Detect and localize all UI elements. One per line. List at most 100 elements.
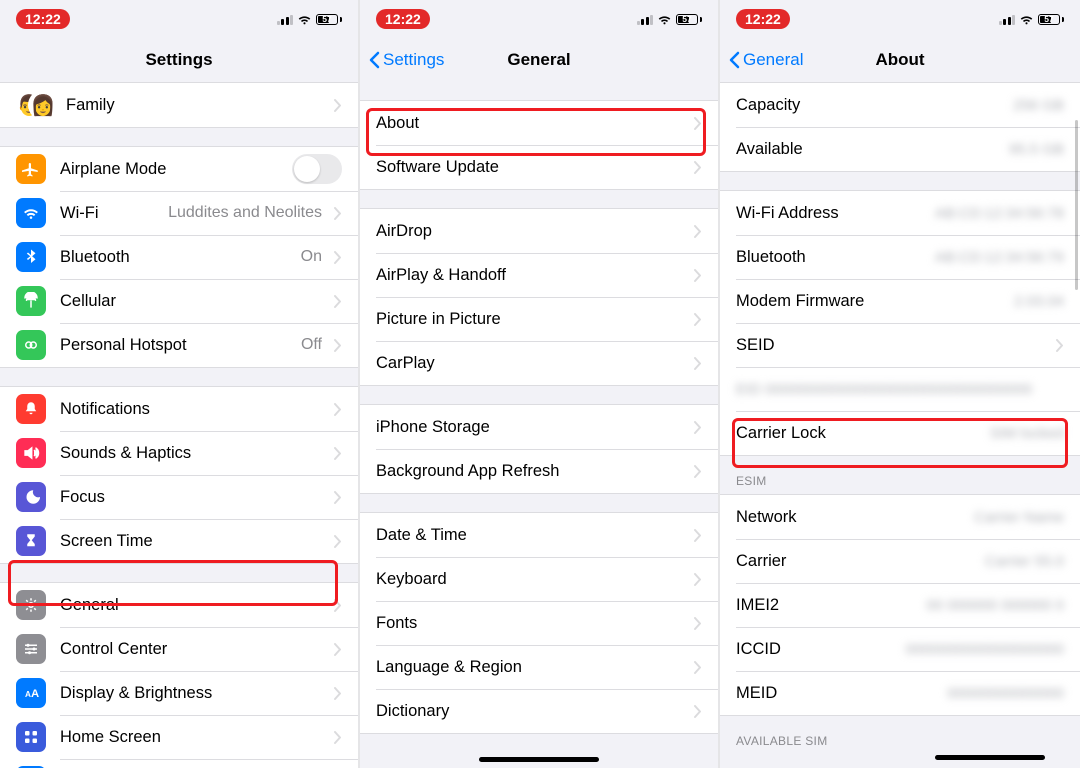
cell-eid[interactable]: EID 00000000000000000000000000000000 <box>720 367 1080 411</box>
wifi-icon <box>657 12 672 27</box>
cell-carplay[interactable]: CarPlay <box>360 341 718 385</box>
cell-network[interactable]: NetworkCarrier Name <box>720 495 1080 539</box>
text-size-icon: AA <box>16 678 46 708</box>
cell-wifi[interactable]: Wi-Fi Luddites and Neolites <box>0 191 358 235</box>
cell-bt[interactable]: BluetoothAB:CD:12:34:56:79 <box>720 235 1080 279</box>
chevron-right-icon <box>694 117 702 130</box>
chevron-right-icon <box>334 251 342 264</box>
chevron-right-icon <box>694 529 702 542</box>
cell-control-label: Control Center <box>60 640 328 659</box>
back-button[interactable]: Settings <box>368 50 444 70</box>
cell-meid-value: 00000000000000 <box>947 685 1064 702</box>
chevron-right-icon <box>334 207 342 220</box>
chevron-right-icon <box>334 339 342 352</box>
cell-carrier-lock-label: Carrier Lock <box>736 424 990 443</box>
cell-software-update[interactable]: Software Update <box>360 145 718 189</box>
cell-family[interactable]: 👨👩 Family <box>0 83 358 127</box>
cell-pip-label: Picture in Picture <box>376 310 688 329</box>
cellular-signal-icon <box>637 14 654 25</box>
cell-homescreen[interactable]: Home Screen <box>0 715 358 759</box>
cell-refresh[interactable]: Background App Refresh <box>360 449 718 493</box>
cell-carrier-value: Carrier 55.0 <box>985 553 1064 570</box>
cell-seid[interactable]: SEID <box>720 323 1080 367</box>
moon-icon <box>16 482 46 512</box>
family-avatars-icon: 👨👩 <box>16 90 56 120</box>
cell-accessibility[interactable]: Accessibility <box>0 759 358 768</box>
cell-imei2[interactable]: IMEI200 000000 000000 0 <box>720 583 1080 627</box>
cell-airplay[interactable]: AirPlay & Handoff <box>360 253 718 297</box>
cell-notifications-label: Notifications <box>60 400 328 419</box>
cell-keyboard-label: Keyboard <box>376 570 688 589</box>
cell-sw-label: Software Update <box>376 158 688 177</box>
gear-icon <box>16 590 46 620</box>
cell-pip[interactable]: Picture in Picture <box>360 297 718 341</box>
cell-modem[interactable]: Modem Firmware2.03.04 <box>720 279 1080 323</box>
cell-carplay-label: CarPlay <box>376 354 688 373</box>
cell-lang[interactable]: Language & Region <box>360 645 718 689</box>
cell-available-label: Available <box>736 140 1009 159</box>
airplane-icon <box>16 154 46 184</box>
cell-airdrop[interactable]: AirDrop <box>360 209 718 253</box>
grid-icon <box>16 722 46 752</box>
cell-seid-label: SEID <box>736 336 1050 355</box>
cell-general[interactable]: General <box>0 583 358 627</box>
cell-sounds[interactable]: Sounds & Haptics <box>0 431 358 475</box>
status-indicators: 57 <box>637 12 703 27</box>
nav-header: Settings General <box>360 38 718 82</box>
cell-screentime[interactable]: Screen Time <box>0 519 358 563</box>
cell-focus-label: Focus <box>60 488 328 507</box>
cell-hotspot-label: Personal Hotspot <box>60 336 301 355</box>
cell-notifications[interactable]: Notifications <box>0 387 358 431</box>
cell-bluetooth-value: On <box>301 248 322 266</box>
esim-header: ESIM <box>720 456 1080 494</box>
chevron-right-icon <box>334 731 342 744</box>
hotspot-icon <box>16 330 46 360</box>
cell-modem-label: Modem Firmware <box>736 292 1014 311</box>
cell-capacity[interactable]: Capacity256 GB <box>720 83 1080 127</box>
cell-hotspot[interactable]: Personal Hotspot Off <box>0 323 358 367</box>
cell-date[interactable]: Date & Time <box>360 513 718 557</box>
hourglass-icon <box>16 526 46 556</box>
cell-control-center[interactable]: Control Center <box>0 627 358 671</box>
chevron-right-icon <box>694 661 702 674</box>
cell-storage[interactable]: iPhone Storage <box>360 405 718 449</box>
status-time: 12:22 <box>16 9 70 29</box>
chevron-right-icon <box>694 161 702 174</box>
available-sim-header: AVAILABLE SIM <box>720 716 1080 754</box>
cell-wifi-address[interactable]: Wi-Fi AddressAB:CD:12:34:56:78 <box>720 191 1080 235</box>
cellular-icon <box>16 286 46 316</box>
cell-bluetooth[interactable]: Bluetooth On <box>0 235 358 279</box>
cell-date-label: Date & Time <box>376 526 688 545</box>
cell-carrier[interactable]: CarrierCarrier 55.0 <box>720 539 1080 583</box>
cell-modem-value: 2.03.04 <box>1014 293 1064 310</box>
battery-indicator: 57 <box>316 14 342 25</box>
cell-wifiaddr-label: Wi-Fi Address <box>736 204 935 223</box>
back-button[interactable]: General <box>728 50 803 70</box>
cell-carrier-lock[interactable]: Carrier LockSIM locked <box>720 411 1080 455</box>
cell-dict[interactable]: Dictionary <box>360 689 718 733</box>
cell-carrier-lock-value: SIM locked <box>990 425 1064 442</box>
cell-bt-value: AB:CD:12:34:56:79 <box>935 249 1064 266</box>
scrollbar[interactable] <box>1075 120 1078 290</box>
airplane-toggle[interactable] <box>292 154 342 184</box>
cell-fonts[interactable]: Fonts <box>360 601 718 645</box>
cell-about[interactable]: About <box>360 101 718 145</box>
cell-airplane-mode[interactable]: Airplane Mode <box>0 147 358 191</box>
cell-keyboard[interactable]: Keyboard <box>360 557 718 601</box>
cell-available[interactable]: Available95.5 GB <box>720 127 1080 171</box>
settings-screen: 12:22 57 Settings 👨👩 Family Air <box>0 0 360 768</box>
cell-meid[interactable]: MEID00000000000000 <box>720 671 1080 715</box>
cell-airplane-label: Airplane Mode <box>60 160 292 179</box>
cell-cellular[interactable]: Cellular <box>0 279 358 323</box>
cellular-signal-icon <box>277 14 294 25</box>
cell-iccid[interactable]: ICCID0000000000000000000 <box>720 627 1080 671</box>
cell-dict-label: Dictionary <box>376 702 688 721</box>
chevron-left-icon <box>368 51 380 69</box>
wifi-cell-icon <box>16 198 46 228</box>
home-indicator <box>479 757 599 762</box>
cell-display[interactable]: AA Display & Brightness <box>0 671 358 715</box>
chevron-right-icon <box>694 357 702 370</box>
cell-focus[interactable]: Focus <box>0 475 358 519</box>
cell-meid-label: MEID <box>736 684 947 703</box>
battery-indicator: 57 <box>1038 14 1064 25</box>
